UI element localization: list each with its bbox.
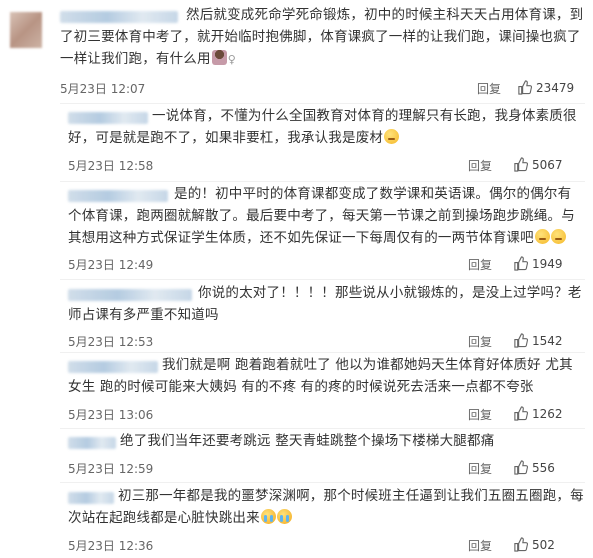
like-button[interactable]: 556 [513, 460, 555, 475]
reply-button[interactable]: 回复 [468, 256, 492, 273]
thumbs-up-icon [518, 80, 532, 95]
thumbs-up-icon [514, 406, 528, 421]
timestamp: 5月23日 13:06 [68, 408, 154, 422]
comment-body: 初三那一年都是我的噩梦深渊啊，那个时候班主任逼到让我们五圈五圈跑，每次站在起跑线… [68, 488, 584, 526]
timestamp: 5月23日 12:58 [68, 159, 154, 173]
like-count: 1542 [532, 333, 563, 348]
thumbs-up-icon [514, 256, 528, 271]
comment-text: 绝了我们当年还要考跳远 整天青蛙跳整个操场下楼梯大腿都痛 [68, 430, 584, 452]
timestamp: 5月23日 12:59 [68, 462, 154, 476]
avatar[interactable] [10, 12, 42, 48]
comment-meta: 5月23日 12:53 回复 1542 [68, 333, 585, 353]
comment-item: 你说的太对了！！！！那些说从小就锻炼的，是没上过学吗？老师占课有多严重不知道吗 … [0, 280, 593, 352]
comment-body: 一说体育，不懂为什么全国教育对体育的理解只有长跑，我身体素质很好，可是就是跑不了… [68, 108, 577, 146]
comment-item: 初三那一年都是我的噩梦深渊啊，那个时候班主任逼到让我们五圈五圈跑，每次站在起跑线… [0, 483, 593, 558]
comment-meta: 5月23日 12:49 回复 1949 [68, 256, 585, 276]
female-sign-icon: ♀ [227, 53, 236, 66]
reply-button[interactable]: 回复 [468, 333, 492, 350]
reply-button[interactable]: 回复 [468, 460, 492, 477]
like-count: 502 [532, 537, 555, 552]
like-count: 1949 [532, 256, 563, 271]
loudly-crying-face-icon [260, 509, 276, 524]
timestamp: 5月23日 12:36 [68, 539, 154, 553]
thinking-face-icon [384, 129, 400, 144]
comment-body: 然后就变成死命学死命锻炼，初中的时候主科天天占用体育课，到了初三要体育中考了，就… [60, 7, 584, 67]
timestamp: 5月23日 12:07 [60, 82, 146, 96]
reply-button[interactable]: 回复 [477, 80, 501, 97]
comment-text: 我们就是啊 跑着跑着就吐了 他以为谁都她妈天生体育好体质好 尤其女生 跑的时候可… [68, 354, 584, 398]
comment-text: 然后就变成死命学死命锻炼，初中的时候主科天天占用体育课，到了初三要体育中考了，就… [60, 4, 588, 71]
comment-body: 是的！初中平时的体育课都变成了数学课和英语课。偶尔的偶尔有个体育课，跑两圈就解散… [68, 186, 575, 246]
like-count: 5067 [532, 157, 563, 172]
comment-text: 是的！初中平时的体育课都变成了数学课和英语课。偶尔的偶尔有个体育课，跑两圈就解散… [68, 183, 584, 249]
like-count: 23479 [536, 80, 575, 95]
thumbs-up-icon [514, 333, 528, 348]
comment-meta: 5月23日 12:07 回复 23479 [60, 80, 585, 100]
comment-item: 我们就是啊 跑着跑着就吐了 他以为谁都她妈天生体育好体质好 尤其女生 跑的时候可… [0, 353, 593, 427]
like-count: 1262 [532, 406, 563, 421]
thumbs-up-icon [514, 537, 528, 552]
timestamp: 5月23日 12:49 [68, 258, 154, 272]
like-button[interactable]: 5067 [513, 157, 563, 172]
comment-feed: 然后就变成死命学死命锻炼，初中的时候主科天天占用体育课，到了初三要体育中考了，就… [0, 0, 593, 558]
comment-meta: 5月23日 12:36 回复 502 [68, 537, 585, 557]
reply-button[interactable]: 回复 [468, 537, 492, 554]
loudly-crying-face-icon [276, 509, 292, 524]
like-button[interactable]: 23479 [517, 80, 574, 95]
comment-body: 绝了我们当年还要考跳远 整天青蛙跳整个操场下楼梯大腿都痛 [120, 433, 495, 449]
timestamp: 5月23日 12:53 [68, 335, 154, 349]
reply-button[interactable]: 回复 [468, 406, 492, 423]
comment-text: 初三那一年都是我的噩梦深渊啊，那个时候班主任逼到让我们五圈五圈跑，每次站在起跑线… [68, 485, 584, 529]
thinking-face-icon [550, 229, 566, 244]
woman-shrugging-icon [211, 50, 227, 65]
like-button[interactable]: 502 [513, 537, 555, 552]
thinking-face-icon [534, 229, 550, 244]
comment-text: 一说体育，不懂为什么全国教育对体育的理解只有长跑，我身体素质很好，可是就是跑不了… [68, 105, 584, 149]
comment-body: 你说的太对了！！！！那些说从小就锻炼的，是没上过学吗？老师占课有多严重不知道吗 [68, 285, 582, 323]
comment-item: 是的！初中平时的体育课都变成了数学课和英语课。偶尔的偶尔有个体育课，跑两圈就解散… [0, 182, 593, 280]
comment-item: 绝了我们当年还要考跳远 整天青蛙跳整个操场下楼梯大腿都痛 5月23日 12:59… [0, 429, 593, 481]
comment-meta: 5月23日 12:59 回复 556 [68, 460, 585, 480]
comment-meta: 5月23日 12:58 回复 5067 [68, 157, 585, 177]
thumbs-up-icon [514, 460, 528, 475]
like-button[interactable]: 1542 [513, 333, 563, 348]
thumbs-up-icon [514, 157, 528, 172]
comment-body: 我们就是啊 跑着跑着就吐了 他以为谁都她妈天生体育好体质好 尤其女生 跑的时候可… [68, 357, 573, 395]
comment-item: 然后就变成死命学死命锻炼，初中的时候主科天天占用体育课，到了初三要体育中考了，就… [0, 0, 593, 100]
comment-item: 一说体育，不懂为什么全国教育对体育的理解只有长跑，我身体素质很好，可是就是跑不了… [0, 104, 593, 180]
like-button[interactable]: 1262 [513, 406, 563, 421]
comment-meta: 5月23日 13:06 回复 1262 [68, 406, 585, 426]
like-count: 556 [532, 460, 555, 475]
comment-text: 你说的太对了！！！！那些说从小就锻炼的，是没上过学吗？老师占课有多严重不知道吗 [68, 282, 584, 326]
reply-button[interactable]: 回复 [468, 157, 492, 174]
like-button[interactable]: 1949 [513, 256, 563, 271]
